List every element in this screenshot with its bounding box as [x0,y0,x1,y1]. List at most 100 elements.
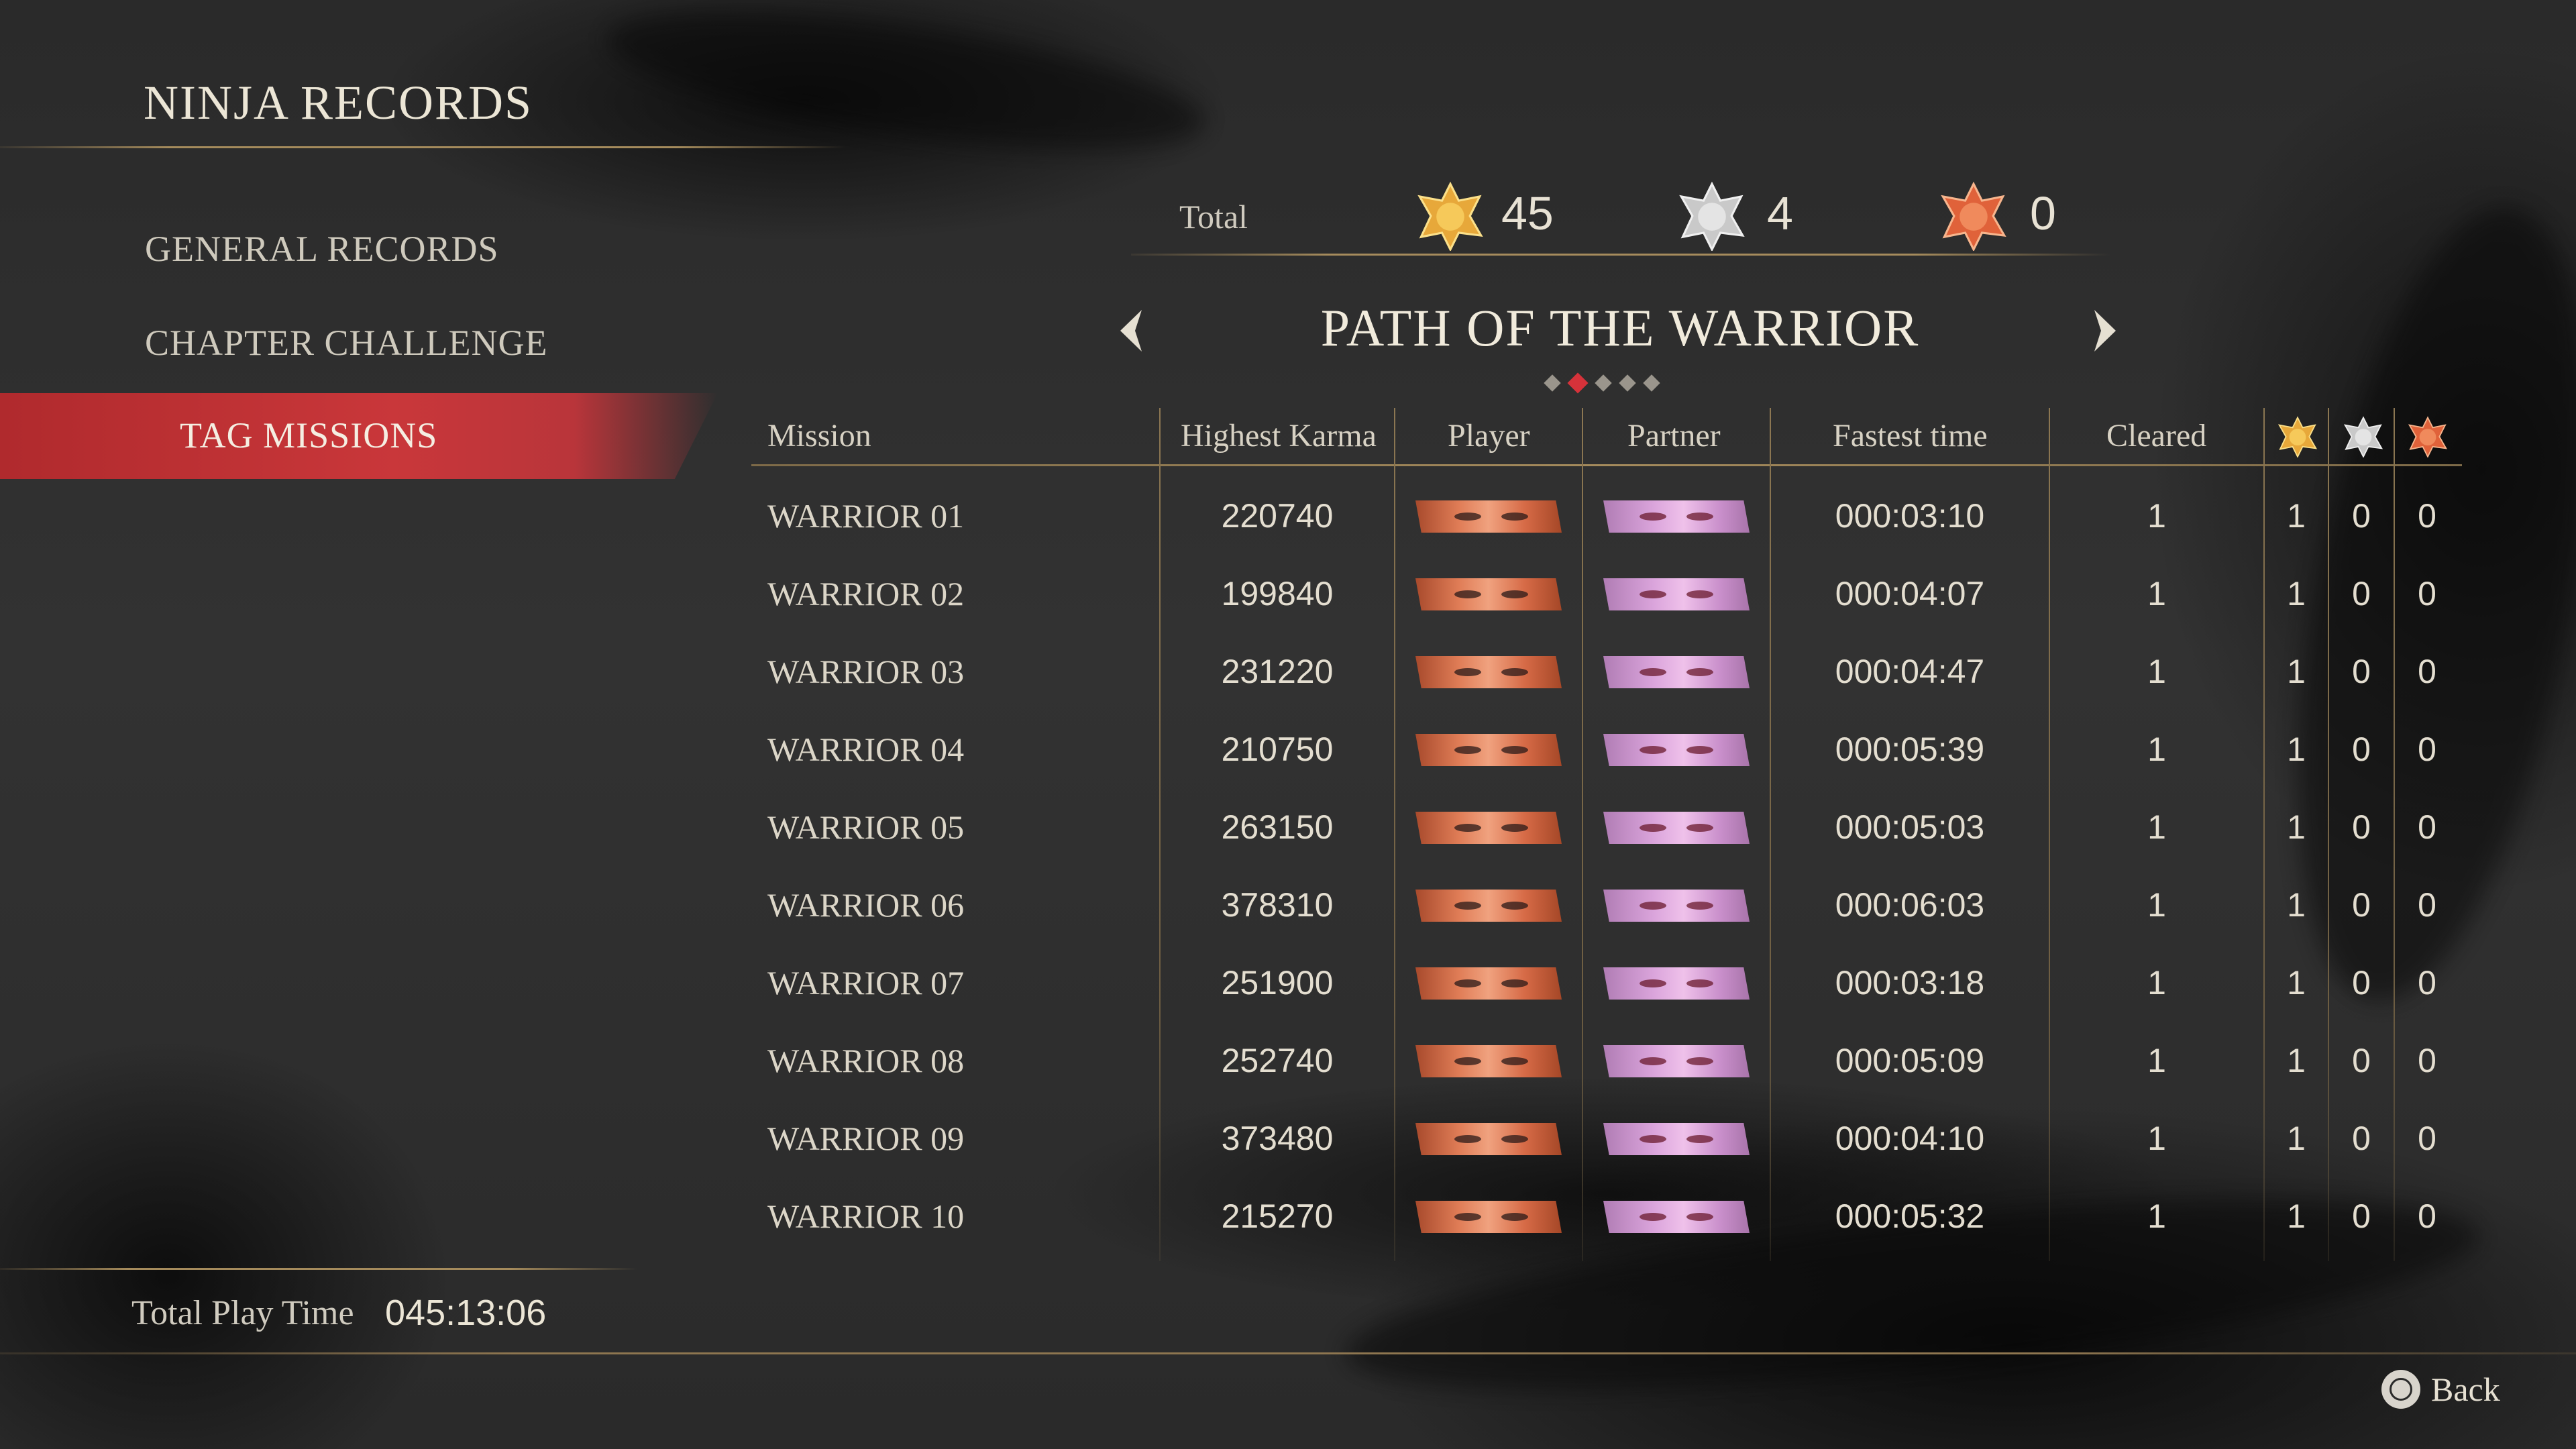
highest-karma: 263150 [1221,808,1334,846]
silver-count: 0 [2352,1042,2371,1079]
mission-name: WARRIOR 10 [767,1197,965,1235]
eye [1501,513,1528,521]
highest-karma: 215270 [1221,1197,1334,1235]
bronze-count: 0 [2418,1197,2436,1235]
highest-karma: 231220 [1221,653,1334,690]
mission-name: WARRIOR 03 [767,653,965,690]
gold-count: 1 [2287,731,2306,768]
playtime-divider [0,1268,637,1270]
fastest-time: 000:04:07 [1835,575,1985,612]
eye [1640,513,1666,521]
cleared-count: 1 [2147,886,2166,924]
eye [1640,746,1666,754]
table-row: WARRIOR 01 220740 000:03:10 1 1 0 0 [751,476,2462,554]
mission-name: WARRIOR 07 [767,964,965,1002]
eye [1501,902,1528,910]
category-title: PATH OF THE WARRIOR [1320,299,1920,357]
menu-item-chapter-challenge[interactable]: CHAPTER CHALLENGE [145,322,547,364]
player-portrait [1415,812,1562,844]
eye [1454,979,1481,987]
fastest-time: 000:05:39 [1835,731,1985,768]
highest-karma: 378310 [1221,886,1334,924]
header-karma: Highest Karma [1181,418,1377,453]
bronze-count: 0 [2418,808,2436,846]
page-dot [1643,374,1660,392]
header-player: Player [1448,418,1530,453]
eye [1454,746,1481,754]
eye [1454,590,1481,598]
medal-totals: Total 45 4 0 [1134,181,2113,255]
silver-count: 0 [2352,575,2371,612]
header-cleared: Cleared [2106,418,2207,453]
bronze-total: 0 [2030,187,2056,239]
eye [1501,668,1528,676]
highest-karma: 220740 [1221,497,1334,535]
bronze-count: 0 [2418,964,2436,1002]
gold-medal-icon [2277,416,2318,458]
eye [1640,1057,1666,1065]
menu-item-tag-missions[interactable]: TAG MISSIONS [180,415,437,456]
table-row: WARRIOR 10 215270 000:05:32 1 1 0 0 [751,1177,2462,1254]
table-row: WARRIOR 08 252740 000:05:09 1 1 0 0 [751,1021,2462,1099]
table-row: WARRIOR 03 231220 000:04:47 1 1 0 0 [751,632,2462,710]
bronze-count: 0 [2418,1120,2436,1157]
cleared-count: 1 [2147,731,2166,768]
bronze-count: 0 [2418,886,2436,924]
eye [1454,668,1481,676]
cleared-count: 1 [2147,1197,2166,1235]
eye [1640,979,1666,987]
fastest-time: 000:05:03 [1835,808,1985,846]
bronze-count: 0 [2418,731,2436,768]
partner-portrait [1603,1201,1750,1233]
highest-karma: 251900 [1221,964,1334,1002]
fastest-time: 000:05:09 [1835,1042,1985,1079]
circle-button-icon [2381,1370,2420,1409]
gold-count: 1 [2287,1197,2306,1235]
eye [1501,590,1528,598]
gold-count: 1 [2287,497,2306,535]
highest-karma: 373480 [1221,1120,1334,1157]
partner-portrait [1603,890,1750,922]
bronze-medal-icon [2407,416,2449,458]
silver-count: 0 [2352,653,2371,690]
highest-karma: 252740 [1221,1042,1334,1079]
prev-category-arrow-icon[interactable] [1119,309,1143,353]
gold-count: 1 [2287,964,2306,1002]
partner-portrait [1603,734,1750,766]
bronze-count: 0 [2418,653,2436,690]
partner-portrait [1603,1123,1750,1155]
fastest-time: 000:04:47 [1835,653,1985,690]
menu-item-general-records[interactable]: GENERAL RECORDS [145,228,499,270]
silver-count: 0 [2352,1120,2371,1157]
bronze-count: 0 [2418,1042,2436,1079]
bronze-count: 0 [2418,497,2436,535]
gold-total: 45 [1501,187,1554,239]
eye [1501,824,1528,832]
page-indicator [1544,372,1694,394]
player-portrait [1415,1045,1562,1077]
totals-label: Total [1179,198,1248,235]
playtime-value: 045:13:06 [385,1293,547,1333]
partner-portrait [1603,1045,1750,1077]
page-dot [1619,374,1636,392]
eye [1686,746,1713,754]
mission-name: WARRIOR 06 [767,886,965,924]
header-fastest-time: Fastest time [1833,418,1988,453]
page-dot [1595,374,1612,392]
eye [1454,1135,1481,1143]
fastest-time: 000:04:10 [1835,1120,1985,1157]
mission-name: WARRIOR 02 [767,575,965,612]
highest-karma: 210750 [1221,731,1334,768]
player-portrait [1415,578,1562,610]
table-header: Mission Highest Karma Player Partner Fas… [751,408,2462,468]
mission-name: WARRIOR 01 [767,497,965,535]
cleared-count: 1 [2147,1042,2166,1079]
silver-count: 0 [2352,886,2371,924]
next-category-arrow-icon[interactable] [2093,309,2117,353]
eye [1501,746,1528,754]
eye [1686,513,1713,521]
eye [1501,1135,1528,1143]
cleared-count: 1 [2147,1120,2166,1157]
eye [1686,668,1713,676]
header-partner: Partner [1627,418,1721,453]
